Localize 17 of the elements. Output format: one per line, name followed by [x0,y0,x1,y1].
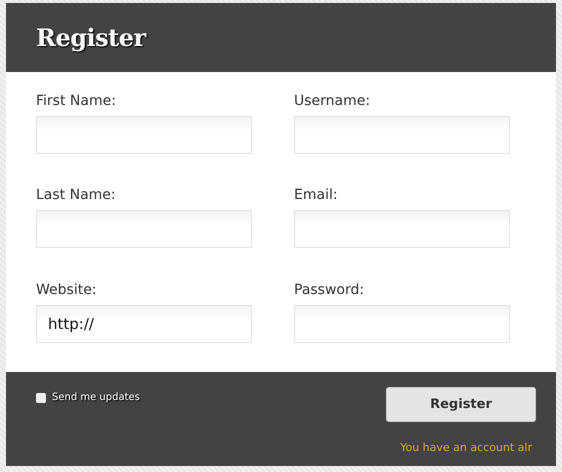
login-note: You have an account alr [400,441,532,454]
input-field[interactable] [294,116,510,154]
form-title: Register [36,23,146,52]
field-label: Last Name: [36,187,117,204]
checkbox[interactable] [36,392,46,402]
field-label: Email: [294,187,339,204]
field-label: Username: [294,93,372,109]
input-field[interactable]: http:// [36,304,252,343]
input-field[interactable] [36,210,252,248]
checkbox-label: Send me updates [52,392,140,403]
field-label: Password: [294,282,366,298]
input-field[interactable] [36,116,252,154]
field-label: First Name: [36,93,117,109]
field-label: Website: [36,282,98,298]
input-field[interactable] [294,210,510,248]
input-field[interactable] [294,304,510,343]
register-button[interactable]: Register [386,387,536,422]
